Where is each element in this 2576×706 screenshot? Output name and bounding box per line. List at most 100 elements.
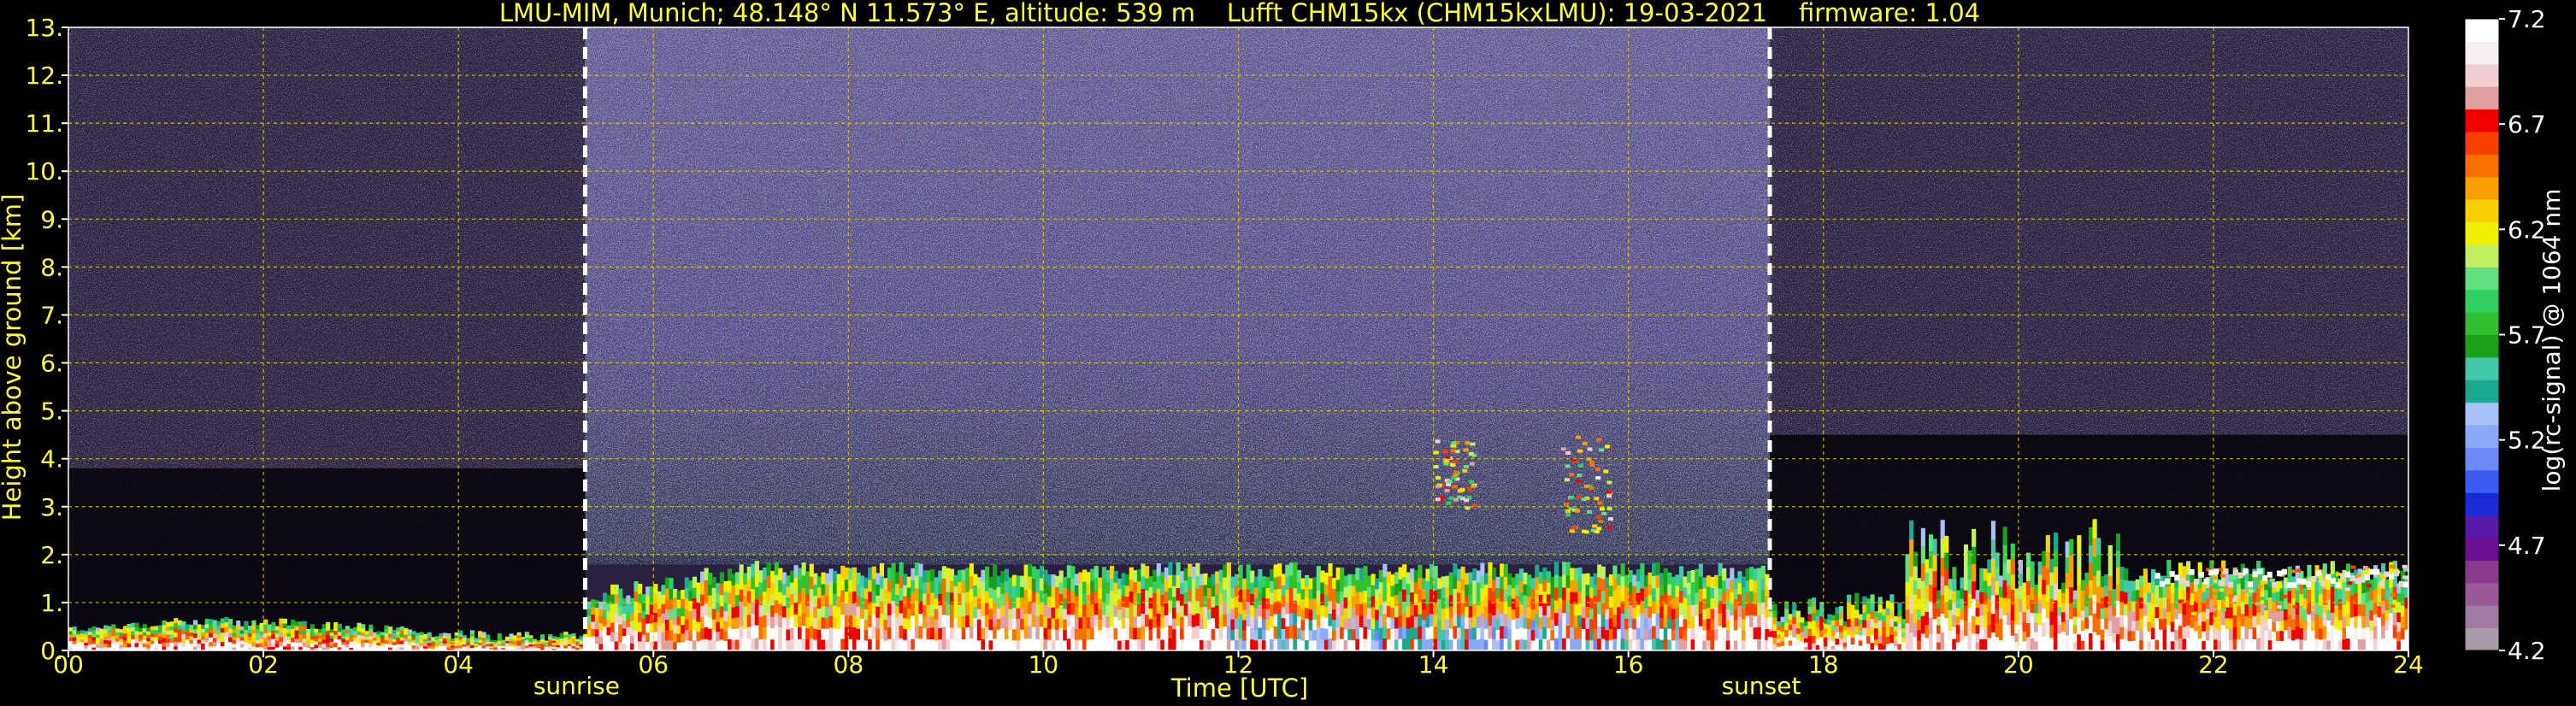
- signal-cell: [189, 624, 194, 629]
- signal-cell: [1413, 615, 1418, 628]
- signal-cell: [1842, 642, 1848, 647]
- signal-cell: [251, 620, 256, 626]
- x-tick-label: 24: [2393, 650, 2424, 679]
- signal-cell: [2221, 624, 2226, 638]
- signal-cell: [899, 574, 904, 588]
- signal-cell: [119, 632, 124, 636]
- signal-cell: [333, 642, 339, 647]
- signal-cell: [731, 617, 736, 630]
- feature-cell: [1444, 459, 1450, 463]
- signal-cell: [1565, 587, 1571, 601]
- signal-cell: [758, 615, 763, 628]
- signal-cell: [1347, 596, 1353, 608]
- signal-cell: [1889, 626, 1895, 635]
- signal-cell: [1199, 639, 1205, 650]
- signal-cell: [1612, 626, 1618, 639]
- signal-cell: [969, 638, 974, 650]
- signal-cell: [68, 644, 74, 648]
- signal-cell: [1612, 577, 1618, 591]
- signal-cell: [1671, 576, 1677, 588]
- signal-cell: [1086, 616, 1091, 629]
- signal-cell: [95, 640, 101, 644]
- signal-cell: [852, 627, 858, 639]
- signal-cell: [1967, 564, 1972, 580]
- feature-cell: [2249, 589, 2255, 593]
- signal-cell: [2100, 618, 2105, 630]
- signal-cell: [809, 588, 814, 602]
- signal-cell: [197, 635, 202, 640]
- signal-cell: [2337, 619, 2343, 631]
- signal-cell: [1398, 591, 1403, 603]
- feature-cell: [1471, 484, 1477, 488]
- signal-cell: [1803, 642, 1809, 647]
- signal-cell: [2025, 594, 2031, 609]
- signal-cell: [1612, 614, 1618, 627]
- feature-cell: [1576, 435, 1582, 439]
- signal-cell: [192, 628, 198, 634]
- signal-cell: [1105, 592, 1111, 605]
- signal-cell: [2326, 579, 2331, 591]
- signal-cell: [2373, 626, 2379, 639]
- signal-cell: [1683, 629, 1688, 641]
- signal-cell: [1070, 578, 1076, 591]
- signal-cell: [2084, 605, 2090, 618]
- signal-cell: [828, 615, 834, 628]
- signal-cell: [594, 636, 599, 644]
- signal-cell: [1269, 568, 1275, 581]
- feature-cell: [2350, 565, 2356, 569]
- signal-cell: [349, 634, 354, 639]
- signal-cell: [762, 627, 768, 639]
- signal-cell: [1453, 638, 1458, 650]
- chart-title: LMU-MIM, Munich; 48.148° N 11.573° E, al…: [499, 0, 1980, 27]
- signal-cell: [142, 635, 147, 640]
- signal-cell: [1854, 592, 1860, 602]
- signal-cell: [692, 619, 698, 630]
- signal-cell: [1671, 597, 1677, 609]
- signal-cell: [263, 632, 268, 638]
- signal-cell: [267, 627, 272, 632]
- signal-cell: [185, 627, 191, 632]
- signal-cell: [2330, 625, 2335, 638]
- signal-cell: [239, 626, 245, 631]
- signal-cell: [1960, 598, 1965, 609]
- signal-cell: [1199, 596, 1205, 608]
- signal-cell: [2248, 617, 2254, 629]
- signal-cell: [676, 591, 681, 600]
- signal-cell: [1328, 625, 1333, 639]
- signal-cell: [1265, 577, 1270, 588]
- signal-cell: [946, 615, 951, 628]
- signal-cell: [1211, 617, 1216, 630]
- signal-cell: [1074, 585, 1080, 597]
- signal-cell: [2182, 602, 2187, 615]
- signal-cell: [996, 629, 1001, 641]
- signal-cell: [704, 638, 709, 650]
- signal-cell: [1312, 597, 1317, 609]
- signal-cell: [1066, 565, 1071, 579]
- signal-cell: [1141, 588, 1146, 602]
- signal-cell: [1215, 638, 1220, 650]
- signal-cell: [162, 628, 167, 634]
- signal-cell: [848, 627, 853, 639]
- signal-cell: [1238, 577, 1243, 591]
- signal-cell: [762, 615, 768, 627]
- signal-cell: [317, 632, 323, 636]
- signal-cell: [1363, 602, 1368, 615]
- signal-cell: [1612, 602, 1618, 615]
- signal-cell: [926, 627, 931, 640]
- signal-cell: [1854, 609, 1860, 619]
- signal-cell: [1562, 574, 1567, 588]
- signal-cell: [1675, 607, 1680, 619]
- signal-cell: [1655, 625, 1660, 638]
- signal-cell: [1148, 586, 1153, 598]
- signal-cell: [1265, 608, 1270, 620]
- signal-cell: [1011, 639, 1017, 650]
- signal-cell: [1343, 608, 1348, 620]
- signal-cell: [2092, 519, 2097, 538]
- signal-cell: [1882, 638, 1887, 645]
- signal-cell: [1877, 612, 1883, 621]
- signal-cell: [115, 641, 120, 645]
- signal-cell: [2049, 597, 2054, 612]
- signal-cell: [1893, 621, 1899, 627]
- signal-cell: [969, 588, 974, 602]
- signal-cell: [274, 629, 280, 634]
